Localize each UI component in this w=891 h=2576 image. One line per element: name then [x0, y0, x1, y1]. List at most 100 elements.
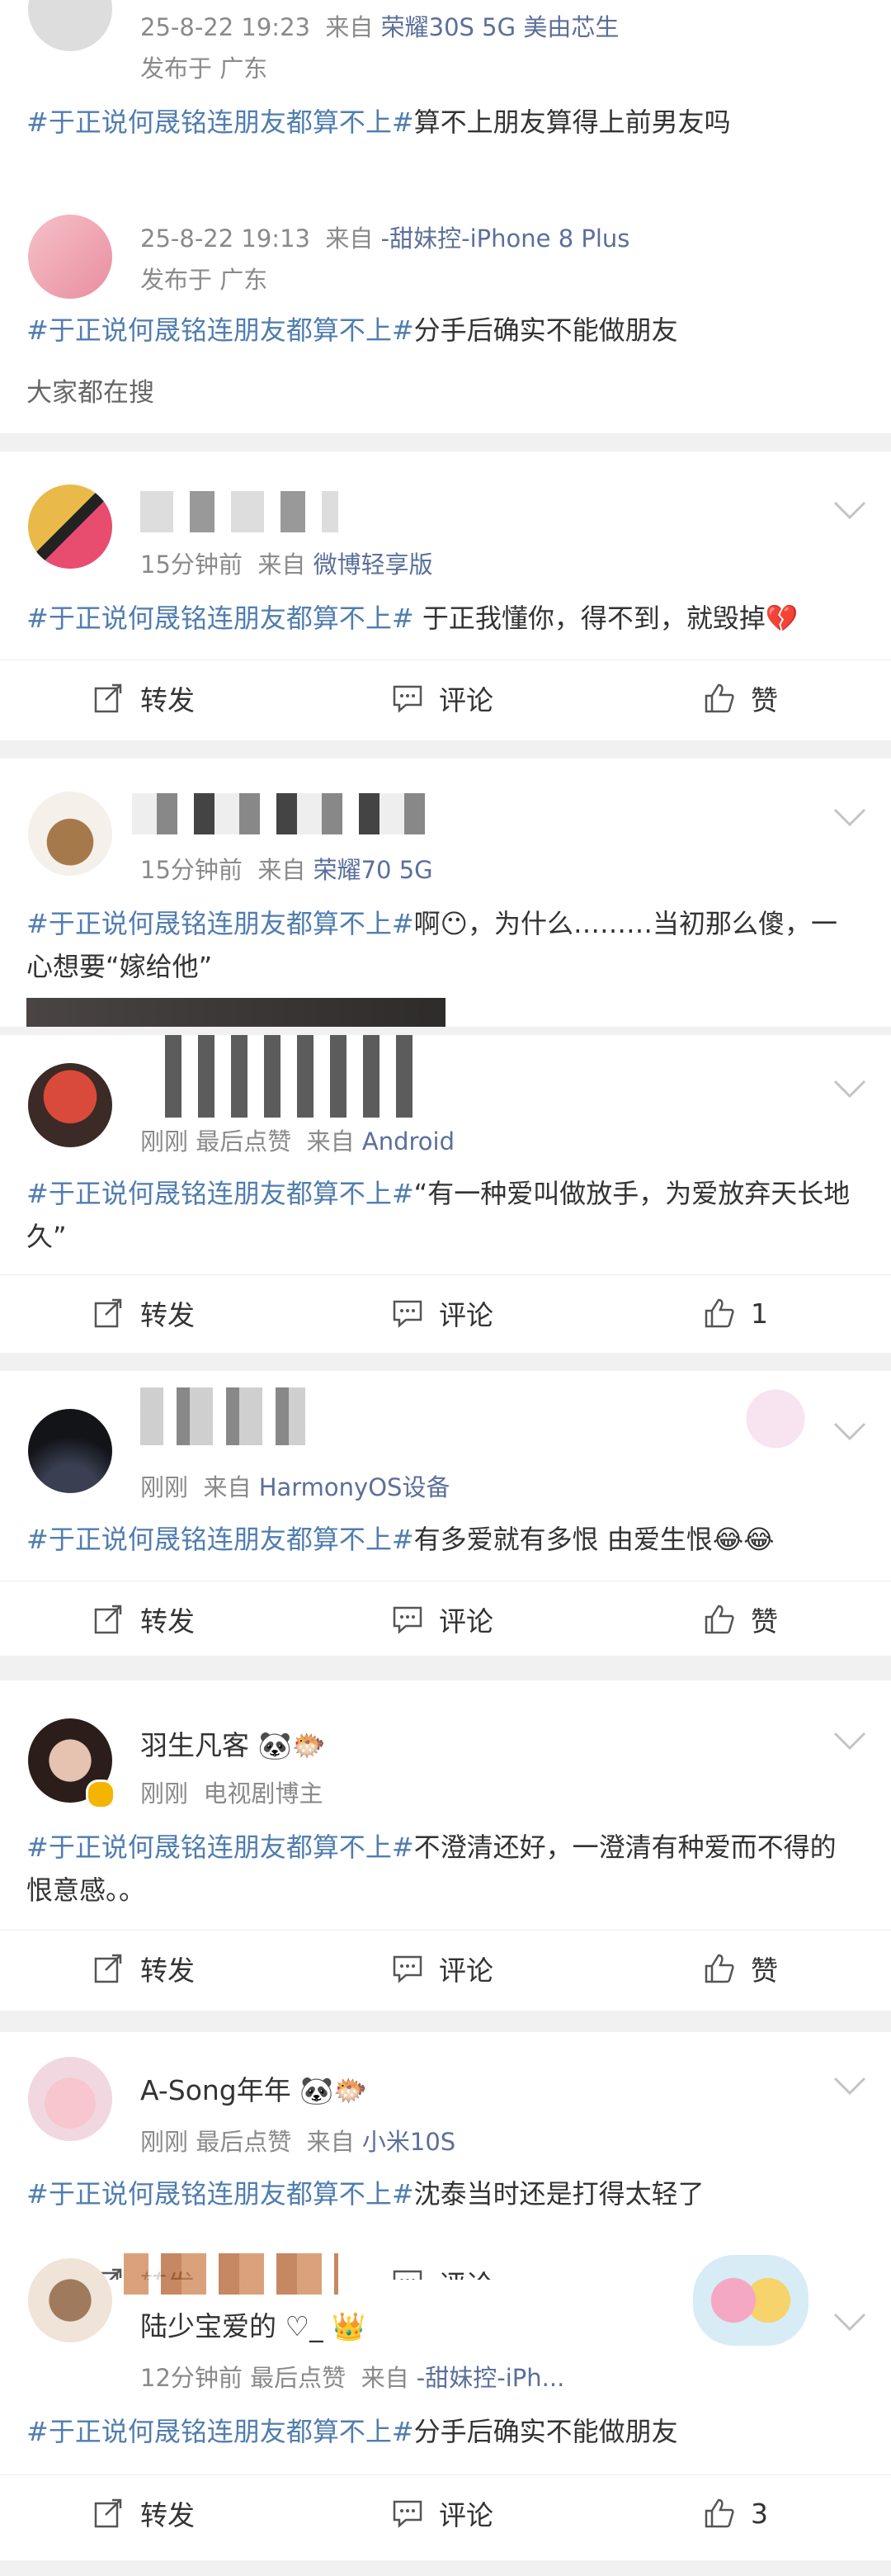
- comment-button[interactable]: 评论: [391, 1275, 493, 1351]
- comment-button[interactable]: 评论: [391, 660, 493, 736]
- avatar[interactable]: [28, 1409, 112, 1493]
- source-link[interactable]: -甜妹控-iPhone 8 Plus: [381, 225, 630, 253]
- post-meta: 25-8-22 19:23 来自 荣耀30S 5G 美由芯生: [140, 13, 620, 41]
- username-mosaic[interactable]: [148, 1035, 412, 1118]
- separator: [0, 1656, 891, 1680]
- like-button[interactable]: 1: [703, 1275, 768, 1351]
- search-section-label: 大家都在搜: [26, 378, 154, 408]
- like-icon: [705, 683, 734, 713]
- source-link[interactable]: 小米10S: [362, 2128, 455, 2156]
- repost-icon: [94, 1298, 122, 1328]
- avatar[interactable]: [28, 1063, 112, 1147]
- comment-button[interactable]: 评论: [391, 1581, 493, 1657]
- username-mosaic[interactable]: [140, 1387, 305, 1445]
- username-mosaic[interactable]: [132, 793, 429, 834]
- comment-icon: [393, 1955, 422, 1983]
- chevron-down-icon[interactable]: [832, 498, 868, 522]
- comment-icon: [393, 2270, 422, 2280]
- repost-button[interactable]: 转发: [92, 660, 195, 736]
- comment-button[interactable]: 评论: [391, 2245, 493, 2280]
- source-link[interactable]: 荣耀30S 5G 美由芯生: [381, 13, 620, 41]
- post-meta: 15分钟前 来自 荣耀70 5G: [140, 856, 433, 884]
- chevron-down-icon[interactable]: [832, 1728, 868, 1753]
- action-bar: 转发 评论 3: [0, 2474, 891, 2551]
- separator: [0, 2011, 891, 2032]
- hashtag-link[interactable]: #于正说何晟铭连朋友都算不上#: [26, 1832, 414, 1863]
- chevron-down-icon[interactable]: [832, 805, 868, 830]
- post-text: #于正说何晟铭连朋友都算不上#分手后确实不能做朋友: [26, 314, 678, 346]
- post-1: 25-8-22 19:23 来自 荣耀30S 5G 美由芯生 发布于 广东 #于…: [0, 0, 891, 198]
- post-text: #于正说何晟铭连朋友都算不上#“有一种爱叫做放手，为爱放弃天长地久”: [26, 1178, 851, 1252]
- repost-button[interactable]: 转发: [92, 1581, 195, 1657]
- comment-icon: [393, 1300, 422, 1328]
- like-icon: [705, 1954, 734, 1983]
- source-link[interactable]: -甜妹控-iPh...: [417, 2364, 565, 2392]
- sticker-cats: [693, 2255, 808, 2346]
- username-mosaic[interactable]: [124, 2253, 338, 2295]
- hashtag-link[interactable]: #于正说何晟铭连朋友都算不上#: [26, 314, 414, 346]
- hashtag-link[interactable]: #于正说何晟铭连朋友都算不上#: [26, 1524, 414, 1555]
- username-mosaic[interactable]: [140, 491, 338, 532]
- avatar[interactable]: [28, 2258, 112, 2342]
- username[interactable]: 陆少宝爱的 ♡_ 👑: [140, 2304, 365, 2344]
- repost-button[interactable]: 转发: [92, 1275, 195, 1351]
- action-bar: 转发 评论 赞: [0, 659, 891, 736]
- post-text: #于正说何晟铭连朋友都算不上#有多爱就有多恨 由爱生恨😂😂: [26, 1524, 775, 1555]
- hashtag-link[interactable]: #于正说何晟铭连朋友都算不上#: [26, 908, 414, 939]
- post-2: 25-8-22 19:13 来自 -甜妹控-iPhone 8 Plus 发布于 …: [0, 198, 891, 429]
- chevron-down-icon[interactable]: [832, 2309, 868, 2334]
- username[interactable]: A-Song年年 🐼🐡: [140, 2068, 367, 2108]
- avatar[interactable]: [28, 2057, 112, 2141]
- hashtag-link[interactable]: #于正说何晟铭连朋友都算不上#: [26, 603, 414, 634]
- username[interactable]: 羽生凡客 🐼🐡: [140, 1723, 326, 1763]
- post-text: #于正说何晟铭连朋友都算不上#算不上朋友算得上前男友吗: [26, 106, 731, 138]
- chevron-down-icon[interactable]: [832, 1076, 868, 1101]
- post-meta: 刚刚 来自 HarmonyOS设备: [140, 1473, 450, 1501]
- post-meta: 25-8-22 19:13 来自 -甜妹控-iPhone 8 Plus: [140, 225, 630, 253]
- comment-icon: [393, 2500, 422, 2528]
- post-meta: 刚刚 最后点赞 来自 小米10S: [140, 2128, 456, 2156]
- comment-icon: [393, 685, 422, 713]
- post-meta: 刚刚 最后点赞 来自 Android: [140, 1127, 455, 1156]
- post-image[interactable]: [26, 998, 446, 1027]
- chevron-down-icon[interactable]: [832, 1419, 868, 1444]
- post-text: #于正说何晟铭连朋友都算不上#沈泰当时还是打得太轻了: [26, 2178, 705, 2210]
- source-link[interactable]: Android: [362, 1127, 455, 1156]
- like-button[interactable]: 赞: [703, 1931, 778, 2006]
- avatar[interactable]: [28, 792, 112, 876]
- source-link[interactable]: 荣耀70 5G: [314, 856, 433, 884]
- like-count: 3: [751, 2497, 768, 2530]
- like-icon: [705, 1605, 734, 1634]
- post-3: 15分钟前 来自 微博轻享版 #于正说何晟铭连朋友都算不上# 于正我懂你，得不到…: [0, 451, 891, 740]
- avatar[interactable]: [28, 484, 112, 569]
- action-bar: 转发 评论 赞: [0, 1930, 891, 2006]
- like-icon: [705, 1298, 734, 1328]
- like-count: 1: [751, 1297, 768, 1330]
- source-link[interactable]: 微博轻享版: [314, 551, 433, 579]
- hashtag-link[interactable]: #于正说何晟铭连朋友都算不上#: [26, 2416, 414, 2447]
- comment-icon: [393, 1606, 422, 1634]
- like-button[interactable]: 3: [703, 2475, 768, 2551]
- avatar[interactable]: [28, 215, 112, 299]
- repost-button[interactable]: 转发: [92, 1931, 195, 2006]
- sticker-bunny: [726, 1378, 825, 1460]
- avatar[interactable]: [28, 0, 112, 51]
- repost-icon: [94, 683, 122, 713]
- comment-button[interactable]: 评论: [391, 1931, 493, 2006]
- chevron-down-icon[interactable]: [832, 2073, 868, 2098]
- post-meta: 刚刚 电视剧博主: [140, 1780, 323, 1808]
- repost-icon: [94, 1954, 122, 1983]
- post-meta: 12分钟前 最后点赞 来自 -甜妹控-iPh...: [140, 2364, 565, 2392]
- post-text: #于正说何晟铭连朋友都算不上#不澄清还好，一澄清有种爱而不得的恨意感。。: [26, 1832, 837, 1906]
- hashtag-link[interactable]: #于正说何晟铭连朋友都算不上#: [26, 106, 414, 138]
- like-button[interactable]: 赞: [703, 1581, 778, 1657]
- like-button[interactable]: 赞: [703, 660, 778, 736]
- hashtag-link[interactable]: #于正说何晟铭连朋友都算不上#: [26, 1178, 414, 1209]
- hashtag-link[interactable]: #于正说何晟铭连朋友都算不上#: [26, 2178, 414, 2210]
- action-bar: 转发 评论 赞: [0, 1581, 891, 1657]
- repost-button[interactable]: 转发: [92, 2475, 195, 2551]
- comment-button[interactable]: 评论: [391, 2475, 493, 2551]
- source-link[interactable]: HarmonyOS设备: [259, 1473, 450, 1501]
- verified-badge: [86, 1780, 116, 1809]
- repost-icon: [94, 2498, 122, 2528]
